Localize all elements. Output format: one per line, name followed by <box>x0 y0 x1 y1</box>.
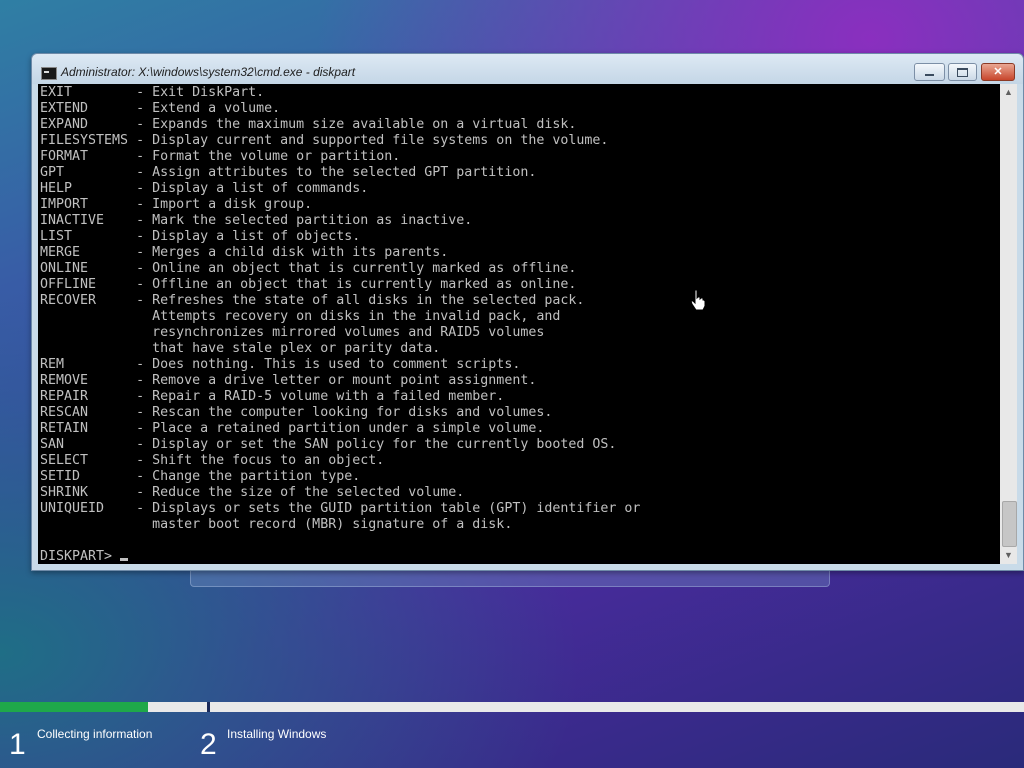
progress-fill <box>0 702 149 712</box>
console-line: SELECT - Shift the focus to an object. <box>40 453 385 468</box>
console-line: HELP - Display a list of commands. <box>40 181 369 196</box>
console-line: UNIQUEID - Displays or sets the GUID par… <box>40 501 641 516</box>
hand-pointer-icon <box>690 289 706 311</box>
console-line: LIST - Display a list of objects. <box>40 229 361 244</box>
console-line: SHRINK - Reduce the size of the selected… <box>40 485 465 500</box>
scroll-thumb[interactable] <box>1002 501 1017 547</box>
console-line: MERGE - Merges a child disk with its par… <box>40 245 449 260</box>
console-line: Attempts recovery on disks in the invali… <box>40 309 561 324</box>
step-2-label: Installing Windows <box>227 727 327 741</box>
console-line: OFFLINE - Offline an object that is curr… <box>40 277 577 292</box>
console-line: resynchronizes mirrored volumes and RAID… <box>40 325 545 340</box>
console-line: REMOVE - Remove a drive letter or mount … <box>40 373 537 388</box>
console-line: FILESYSTEMS - Display current and suppor… <box>40 133 609 148</box>
step-1-label: Collecting information <box>37 727 153 741</box>
text-cursor <box>120 558 128 561</box>
cmd-icon <box>41 67 57 80</box>
setup-progress-bar <box>0 702 1024 712</box>
console-line: EXIT - Exit DiskPart. <box>40 85 265 100</box>
step-2-number: 2 <box>200 728 217 761</box>
console-line: RESCAN - Rescan the computer looking for… <box>40 405 553 420</box>
console-line: master boot record (MBR) signature of a … <box>40 517 513 532</box>
console-line: EXTEND - Extend a volume. <box>40 101 281 116</box>
diskpart-prompt: DISKPART> <box>40 549 121 564</box>
maximize-button[interactable] <box>948 63 977 81</box>
console-line: REM - Does nothing. This is used to comm… <box>40 357 521 372</box>
cmd-window[interactable]: Administrator: X:\windows\system32\cmd.e… <box>31 53 1024 571</box>
console-line: FORMAT - Format the volume or partition. <box>40 149 401 164</box>
console-output[interactable]: EXIT - Exit DiskPart. EXTEND - Extend a v… <box>38 84 1000 564</box>
console-line: INACTIVE - Mark the selected partition a… <box>40 213 473 228</box>
console-line: ONLINE - Online an object that is curren… <box>40 261 577 276</box>
progress-step-divider <box>207 702 210 712</box>
console-line: REPAIR - Repair a RAID-5 volume with a f… <box>40 389 505 404</box>
close-icon: ✕ <box>993 66 1003 78</box>
step-1-number: 1 <box>9 728 26 761</box>
scroll-up-icon[interactable]: ▲ <box>1000 84 1017 101</box>
close-button[interactable]: ✕ <box>981 63 1015 81</box>
console-line: EXPAND - Expands the maximum size availa… <box>40 117 577 132</box>
console-line: that have stale plex or parity data. <box>40 341 441 356</box>
console-line: RETAIN - Place a retained partition unde… <box>40 421 545 436</box>
scroll-down-icon[interactable]: ▼ <box>1000 547 1017 564</box>
minimize-button[interactable] <box>914 63 945 81</box>
vertical-scrollbar[interactable]: ▲ ▼ <box>1000 84 1017 564</box>
title-bar[interactable]: Administrator: X:\windows\system32\cmd.e… <box>32 54 1023 84</box>
window-title: Administrator: X:\windows\system32\cmd.e… <box>61 65 356 79</box>
console-line: IMPORT - Import a disk group. <box>40 197 313 212</box>
console-line: SETID - Change the partition type. <box>40 469 361 484</box>
console-line: GPT - Assign attributes to the selected … <box>40 165 537 180</box>
console-line: SAN - Display or set the SAN policy for … <box>40 437 617 452</box>
console-line: RECOVER - Refreshes the state of all dis… <box>40 293 585 308</box>
